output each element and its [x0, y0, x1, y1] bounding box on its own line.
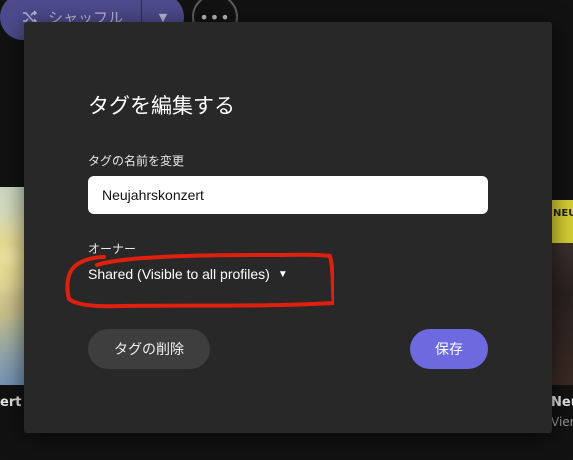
edit-tag-dialog: タグを編集する タグの名前を変更 オーナー Shared (Visible to…	[24, 22, 552, 433]
album-subcaption-right: Viene	[551, 415, 573, 429]
dialog-title: タグを編集する	[88, 94, 235, 118]
album-cover-text: NEU	[553, 208, 573, 219]
album-cover-band: NEU	[551, 200, 573, 243]
owner-select[interactable]: Shared (Visible to all profiles) ▼	[88, 266, 288, 282]
tag-name-input[interactable]	[88, 176, 488, 214]
delete-tag-button[interactable]: タグの削除	[88, 329, 210, 369]
owner-select-value: Shared (Visible to all profiles)	[88, 266, 270, 282]
owner-label: オーナー	[88, 242, 137, 256]
album-caption-left[interactable]: ert	[0, 395, 21, 410]
chevron-down-icon: ▼	[277, 269, 288, 280]
rename-label: タグの名前を変更	[88, 154, 185, 168]
album-caption-right[interactable]: Neujal	[551, 395, 573, 410]
save-button[interactable]: 保存	[410, 329, 488, 369]
album-cover-right[interactable]: NEU	[551, 200, 573, 385]
